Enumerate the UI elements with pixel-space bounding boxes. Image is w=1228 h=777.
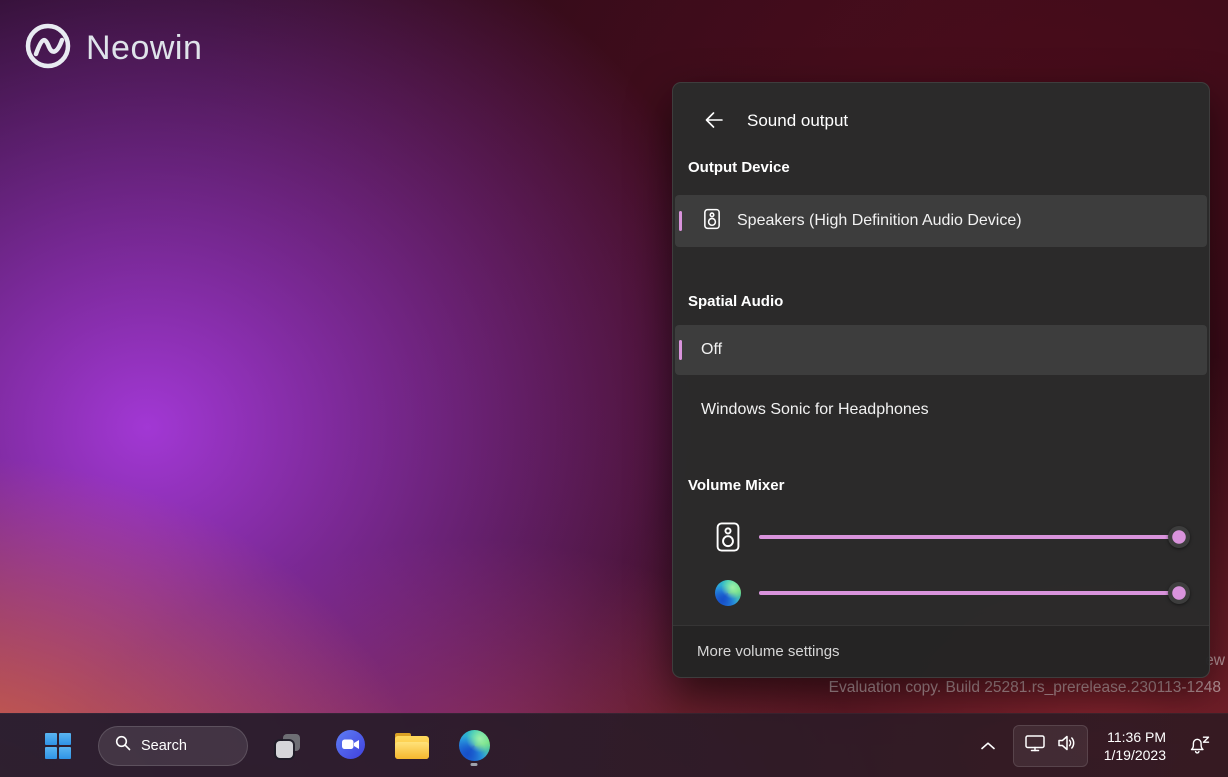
more-volume-settings-link[interactable]: More volume settings (697, 643, 840, 660)
clock[interactable]: 11:36 PM 1/19/2023 (1098, 724, 1172, 768)
neowin-wordmark: Neowin (86, 29, 202, 68)
watermark-build-text: Evaluation copy. Build 25281.rs_prerelea… (829, 679, 1221, 697)
output-device-header: Output Device (673, 157, 1209, 179)
tray-overflow-button[interactable] (973, 726, 1003, 766)
spatial-audio-option-windows-sonic[interactable]: Windows Sonic for Headphones (675, 385, 1207, 435)
back-button[interactable] (699, 107, 729, 135)
do-not-disturb-bell-icon (1188, 734, 1212, 758)
back-arrow-icon (705, 112, 723, 131)
volume-icon (1056, 733, 1077, 758)
volume-mixer-header: Volume Mixer (673, 475, 1209, 497)
speaker-icon[interactable] (715, 521, 741, 553)
taskbar: Search (0, 713, 1228, 777)
system-tray: 11:36 PM 1/19/2023 (973, 714, 1218, 777)
file-explorer-icon (395, 732, 429, 760)
spatial-audio-option-off[interactable]: Off (675, 325, 1207, 375)
running-indicator (471, 763, 478, 766)
output-device-label: Speakers (High Definition Audio Device) (737, 212, 1022, 230)
chat-button[interactable] (328, 724, 372, 768)
selection-accent-bar (679, 211, 682, 231)
chevron-up-icon (981, 738, 995, 753)
clock-date: 1/19/2023 (1104, 746, 1166, 764)
neowin-logo-icon (24, 22, 72, 75)
clock-time: 11:36 PM (1104, 728, 1166, 746)
search-label: Search (141, 738, 187, 754)
volume-mixer-row-speakers (675, 509, 1207, 565)
slider-fill (759, 591, 1179, 595)
neowin-logo: Neowin (24, 22, 202, 75)
volume-mixer-row-edge (675, 565, 1207, 621)
flyout-header: Sound output (673, 83, 1209, 135)
selection-accent-bar (679, 340, 682, 360)
file-explorer-button[interactable] (390, 724, 434, 768)
slider-thumb[interactable] (1168, 582, 1190, 604)
slider-thumb[interactable] (1168, 526, 1190, 548)
edge-button[interactable] (452, 724, 496, 768)
network-icon (1024, 733, 1046, 758)
taskbar-app-group: Search (36, 714, 496, 777)
quick-settings-button[interactable] (1013, 725, 1088, 767)
slider-fill (759, 535, 1179, 539)
volume-slider-speakers[interactable] (759, 525, 1179, 549)
flyout-footer: More volume settings (673, 625, 1209, 677)
edge-icon[interactable] (715, 577, 741, 609)
output-device-item-speakers[interactable]: Speakers (High Definition Audio Device) (675, 195, 1207, 247)
task-view-button[interactable] (266, 724, 310, 768)
notification-center-button[interactable] (1182, 726, 1218, 766)
search-input[interactable]: Search (98, 726, 248, 766)
windows-logo-icon (45, 733, 71, 759)
desktop: Neowin ew Evaluation copy. Build 25281.r… (0, 0, 1228, 777)
flyout-title: Sound output (747, 111, 848, 131)
search-icon (115, 735, 131, 756)
spatial-audio-option-label: Windows Sonic for Headphones (701, 401, 929, 419)
volume-slider-edge[interactable] (759, 581, 1179, 605)
edge-icon (459, 730, 490, 761)
start-button[interactable] (36, 724, 80, 768)
task-view-icon (276, 734, 300, 758)
speaker-icon (703, 208, 721, 235)
spatial-audio-header: Spatial Audio (673, 291, 1209, 313)
sound-output-flyout: Sound output Output Device Speakers (Hig… (672, 82, 1210, 678)
spatial-audio-option-label: Off (701, 341, 722, 359)
chat-video-icon (335, 729, 366, 763)
